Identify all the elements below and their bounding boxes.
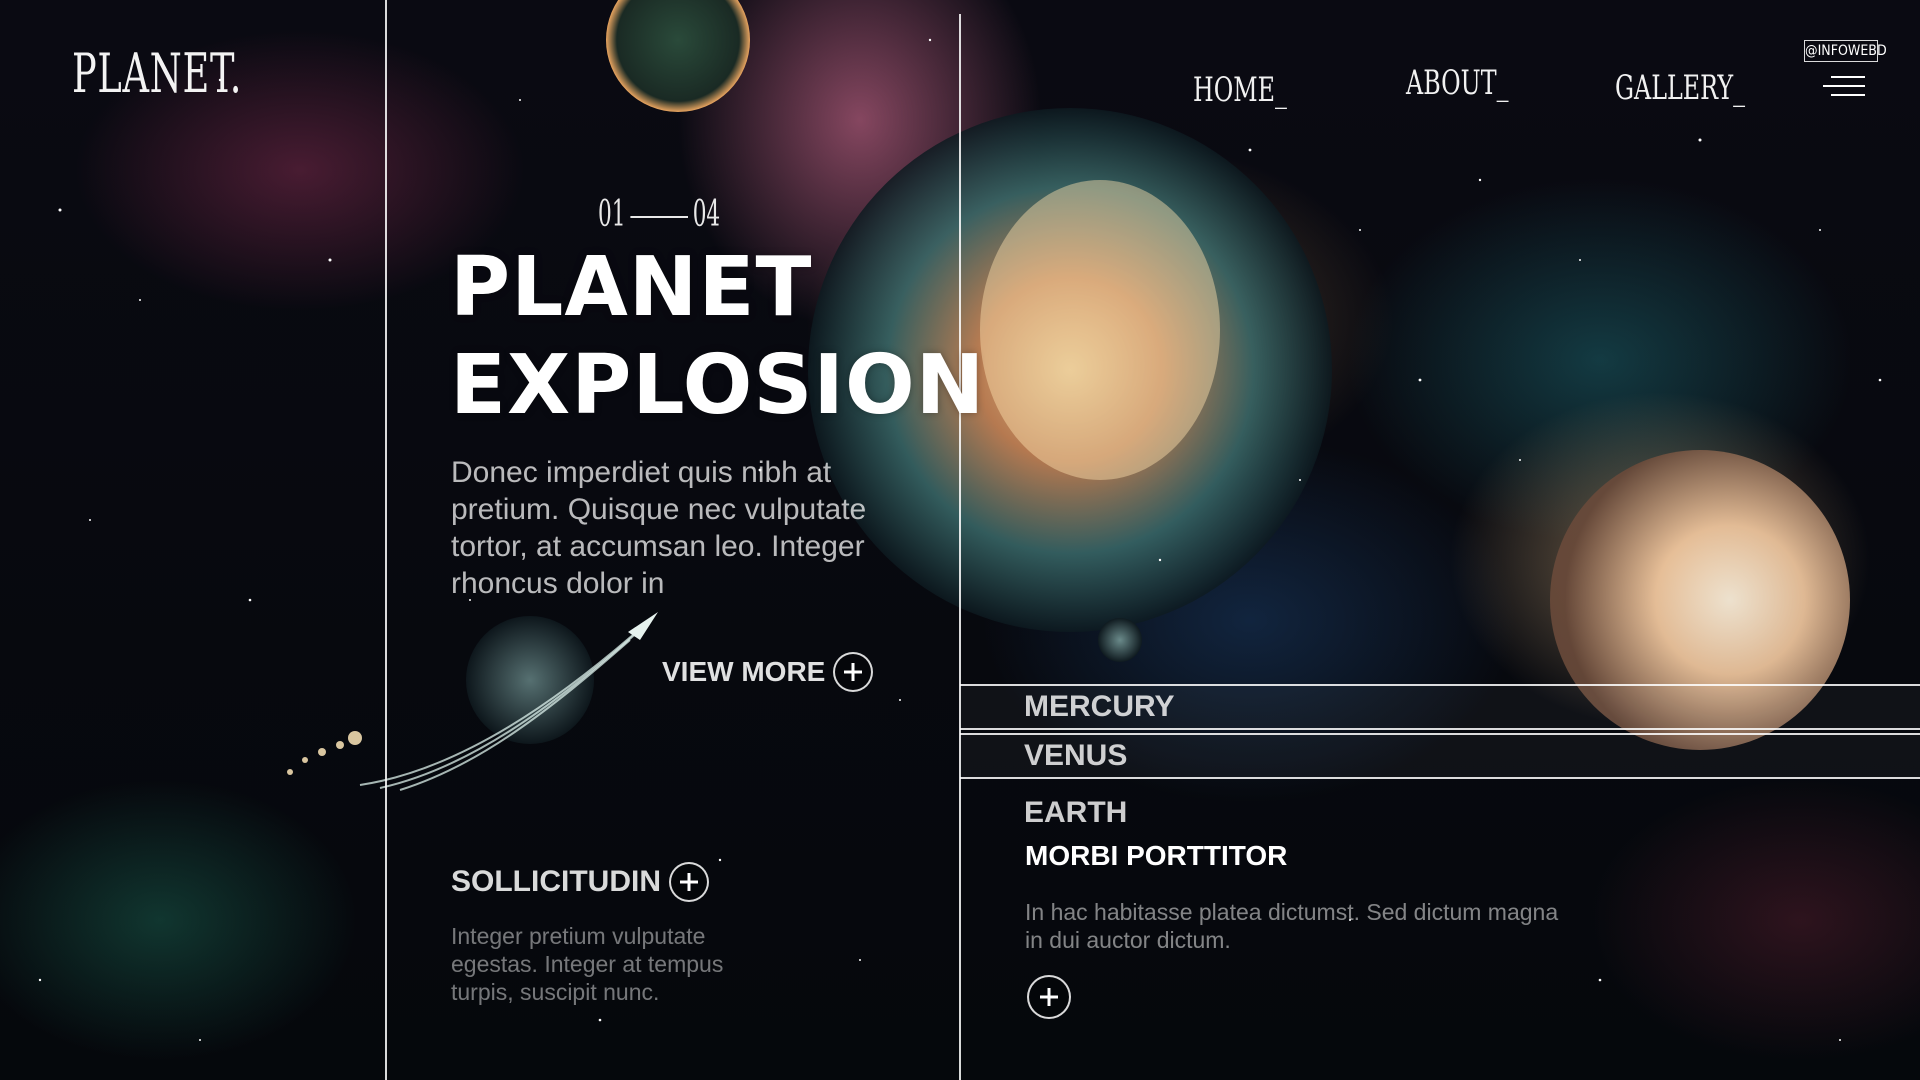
- plus-circle-icon: [833, 652, 874, 692]
- sollicitudin-button[interactable]: SOLLICITUDIN: [451, 862, 709, 902]
- planet-label-venus: VENUS: [1024, 739, 1128, 772]
- hero-title-line2: EXPLOSION: [450, 338, 986, 433]
- view-more-label: VIEW MORE: [662, 656, 826, 687]
- nav-about[interactable]: ABOUT_: [1406, 63, 1508, 103]
- slide-current: 01: [598, 194, 626, 235]
- slide-total: 04: [692, 194, 721, 235]
- brand-logo[interactable]: PLANET.: [72, 42, 242, 105]
- social-handle-badge[interactable]: @INFOWEBD: [1804, 40, 1887, 62]
- sollicitudin-title: SOLLICITUDIN: [451, 865, 661, 898]
- earth-more-button[interactable]: [1027, 975, 1071, 1019]
- planet-earth-description: In hac habitasse platea dictumst. Sed di…: [1025, 899, 1559, 953]
- nav-home[interactable]: HOME_: [1193, 70, 1287, 110]
- counter-dash: [630, 216, 688, 218]
- slide-counter: 01 04: [598, 194, 720, 235]
- mini-planets: [287, 731, 362, 775]
- nav-gallery[interactable]: GALLERY_: [1615, 68, 1745, 108]
- view-more-button[interactable]: VIEW MORE: [662, 652, 874, 692]
- planet-item-earth[interactable]: EARTH: [1024, 796, 1127, 830]
- top-planet: [606, 0, 750, 112]
- hero-title-line1: PLANET: [450, 240, 813, 335]
- galaxy-swirl: [980, 180, 1220, 480]
- planet-item-mercury[interactable]: MERCURY: [960, 684, 1920, 730]
- divider-left: [385, 0, 387, 1080]
- planet-label-mercury: MERCURY: [1024, 690, 1175, 723]
- spaceship-planet: [466, 616, 594, 744]
- divider-middle: [959, 14, 961, 1080]
- hero-description: Donec imperdiet quis nibh at pretium. Qu…: [451, 456, 867, 600]
- sollicitudin-description: Integer pretium vulputate egestas. Integ…: [451, 923, 724, 1005]
- hamburger-menu-icon[interactable]: [1823, 76, 1865, 100]
- small-moon: [1098, 618, 1142, 662]
- planet-item-venus[interactable]: VENUS: [960, 733, 1920, 779]
- plus-circle-icon: [669, 862, 709, 902]
- planet-earth-subtitle: MORBI PORTTITOR: [1025, 840, 1288, 871]
